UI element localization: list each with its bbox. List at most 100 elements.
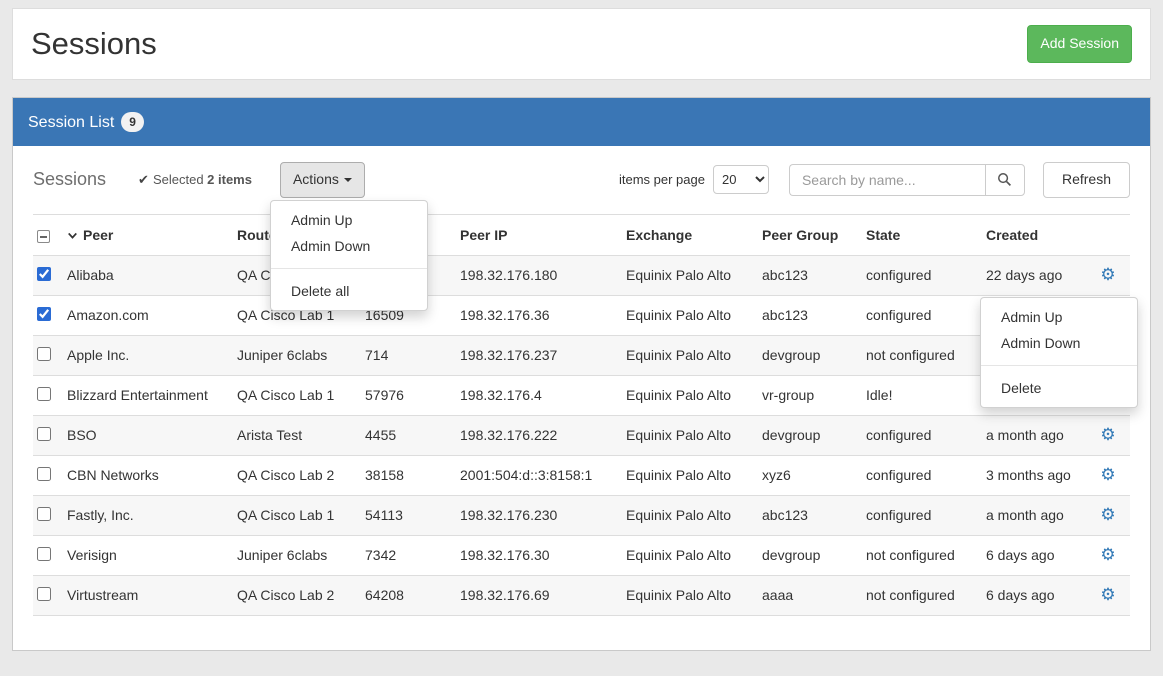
row-settings-gear-icon[interactable]: ⚙: [1100, 545, 1115, 565]
page-header: Sessions Add Session: [12, 8, 1151, 80]
column-header-peer-group[interactable]: Peer Group: [762, 214, 866, 255]
cell-peer: Amazon.com: [67, 295, 237, 335]
cell-peer-group: devgroup: [762, 535, 866, 575]
column-header-peer[interactable]: Peer: [67, 214, 237, 255]
cell-peer-ip: 198.32.176.4: [460, 375, 626, 415]
row-checkbox[interactable]: [37, 267, 51, 281]
table-row: Fastly, Inc. QA Cisco Lab 1 54113 198.32…: [33, 495, 1130, 535]
search-button[interactable]: [985, 164, 1025, 196]
column-header-state[interactable]: State: [866, 214, 986, 255]
cell-peer-group: abc123: [762, 255, 866, 295]
check-icon: ✔: [138, 172, 149, 187]
cell-peer-ip: 198.32.176.237: [460, 335, 626, 375]
cell-exchange: Equinix Palo Alto: [626, 575, 762, 615]
row-checkbox[interactable]: [37, 587, 51, 601]
column-header-peer-ip[interactable]: Peer IP: [460, 214, 626, 255]
row-settings-gear-icon[interactable]: ⚙: [1100, 265, 1115, 285]
cell-router: QA Cisco Lab 1: [237, 495, 365, 535]
cell-state: not configured: [866, 535, 986, 575]
cell-asn: 57976: [365, 375, 460, 415]
cell-exchange: Equinix Palo Alto: [626, 495, 762, 535]
items-per-page-select[interactable]: 20: [713, 165, 769, 194]
cell-peer: Verisign: [67, 535, 237, 575]
panel-body: Sessions ✔Selected 2 items Actions Admin…: [13, 146, 1150, 650]
cell-asn: 7342: [365, 535, 460, 575]
cell-router: QA Cisco Lab 2: [237, 455, 365, 495]
cell-state: not configured: [866, 335, 986, 375]
row-menu-admin-up[interactable]: Admin Up: [981, 304, 1137, 330]
cell-state: not configured: [866, 575, 986, 615]
select-all-checkbox[interactable]: [37, 230, 50, 243]
selected-label: Selected: [153, 172, 207, 187]
cell-peer-group: aaaa: [762, 575, 866, 615]
row-settings-gear-icon[interactable]: ⚙: [1100, 505, 1115, 525]
session-count-badge: 9: [121, 112, 144, 132]
row-checkbox[interactable]: [37, 507, 51, 521]
table-row: Virtustream QA Cisco Lab 2 64208 198.32.…: [33, 575, 1130, 615]
search-icon: [997, 172, 1012, 187]
cell-exchange: Equinix Palo Alto: [626, 455, 762, 495]
refresh-button[interactable]: Refresh: [1043, 162, 1130, 198]
cell-peer: Fastly, Inc.: [67, 495, 237, 535]
row-checkbox[interactable]: [37, 427, 51, 441]
row-checkbox[interactable]: [37, 307, 51, 321]
cell-asn: 4455: [365, 415, 460, 455]
row-settings-gear-icon[interactable]: ⚙: [1100, 465, 1115, 485]
cell-asn: 714: [365, 335, 460, 375]
row-menu-admin-down[interactable]: Admin Down: [981, 330, 1137, 356]
row-settings-gear-icon[interactable]: ⚙: [1100, 425, 1115, 445]
table-row: Verisign Juniper 6clabs 7342 198.32.176.…: [33, 535, 1130, 575]
column-header-settings: [1086, 214, 1130, 255]
column-header-created[interactable]: Created: [986, 214, 1086, 255]
cell-peer: CBN Networks: [67, 455, 237, 495]
row-menu-delete[interactable]: Delete: [981, 375, 1137, 401]
cell-peer: BSO: [67, 415, 237, 455]
cell-peer-ip: 2001:504:d::3:8158:1: [460, 455, 626, 495]
cell-peer-ip: 198.32.176.69: [460, 575, 626, 615]
cell-state: configured: [866, 455, 986, 495]
cell-peer-group: abc123: [762, 295, 866, 335]
cell-router: QA Cisco Lab 2: [237, 575, 365, 615]
cell-peer: Apple Inc.: [67, 335, 237, 375]
cell-state: configured: [866, 415, 986, 455]
cell-exchange: Equinix Palo Alto: [626, 255, 762, 295]
cell-peer-group: abc123: [762, 495, 866, 535]
cell-exchange: Equinix Palo Alto: [626, 535, 762, 575]
cell-peer-ip: 198.32.176.36: [460, 295, 626, 335]
row-context-menu: Admin Up Admin Down Delete: [980, 297, 1138, 408]
selected-items-status: ✔ Selected 2 items: [138, 172, 252, 188]
table-row: CBN Networks QA Cisco Lab 2 38158 2001:5…: [33, 455, 1130, 495]
cell-asn: 54113: [365, 495, 460, 535]
cell-created: 3 months ago: [986, 455, 1086, 495]
cell-created: a month ago: [986, 415, 1086, 455]
add-session-button[interactable]: Add Session: [1027, 25, 1132, 63]
actions-menu-admin-down[interactable]: Admin Down: [271, 233, 427, 259]
cell-peer-group: xyz6: [762, 455, 866, 495]
row-checkbox[interactable]: [37, 547, 51, 561]
sessions-table: Peer Router ASN Peer IP Exchange Peer Gr…: [33, 214, 1130, 616]
cell-exchange: Equinix Palo Alto: [626, 415, 762, 455]
cell-exchange: Equinix Palo Alto: [626, 335, 762, 375]
selected-count: 2 items: [207, 172, 252, 187]
column-header-exchange[interactable]: Exchange: [626, 214, 762, 255]
actions-menu-delete-all[interactable]: Delete all: [271, 278, 427, 304]
cell-created: a month ago: [986, 495, 1086, 535]
page-title: Sessions: [31, 26, 157, 62]
search-group: [789, 164, 1025, 196]
actions-button[interactable]: Actions: [280, 162, 365, 198]
cell-state: configured: [866, 255, 986, 295]
table-header-row: Peer Router ASN Peer IP Exchange Peer Gr…: [33, 214, 1130, 255]
row-settings-gear-icon[interactable]: ⚙: [1100, 585, 1115, 605]
cell-state: Idle!: [866, 375, 986, 415]
session-list-panel: Session List9 Sessions ✔Selected 2 items…: [12, 97, 1151, 651]
cell-peer-ip: 198.32.176.30: [460, 535, 626, 575]
table-row: Blizzard Entertainment QA Cisco Lab 1 57…: [33, 375, 1130, 415]
cell-asn: 38158: [365, 455, 460, 495]
cell-state: configured: [866, 295, 986, 335]
row-checkbox[interactable]: [37, 467, 51, 481]
row-checkbox[interactable]: [37, 387, 51, 401]
search-input[interactable]: [789, 164, 985, 196]
row-checkbox[interactable]: [37, 347, 51, 361]
actions-menu-admin-up[interactable]: Admin Up: [271, 207, 427, 233]
cell-router: QA Cisco Lab 1: [237, 375, 365, 415]
